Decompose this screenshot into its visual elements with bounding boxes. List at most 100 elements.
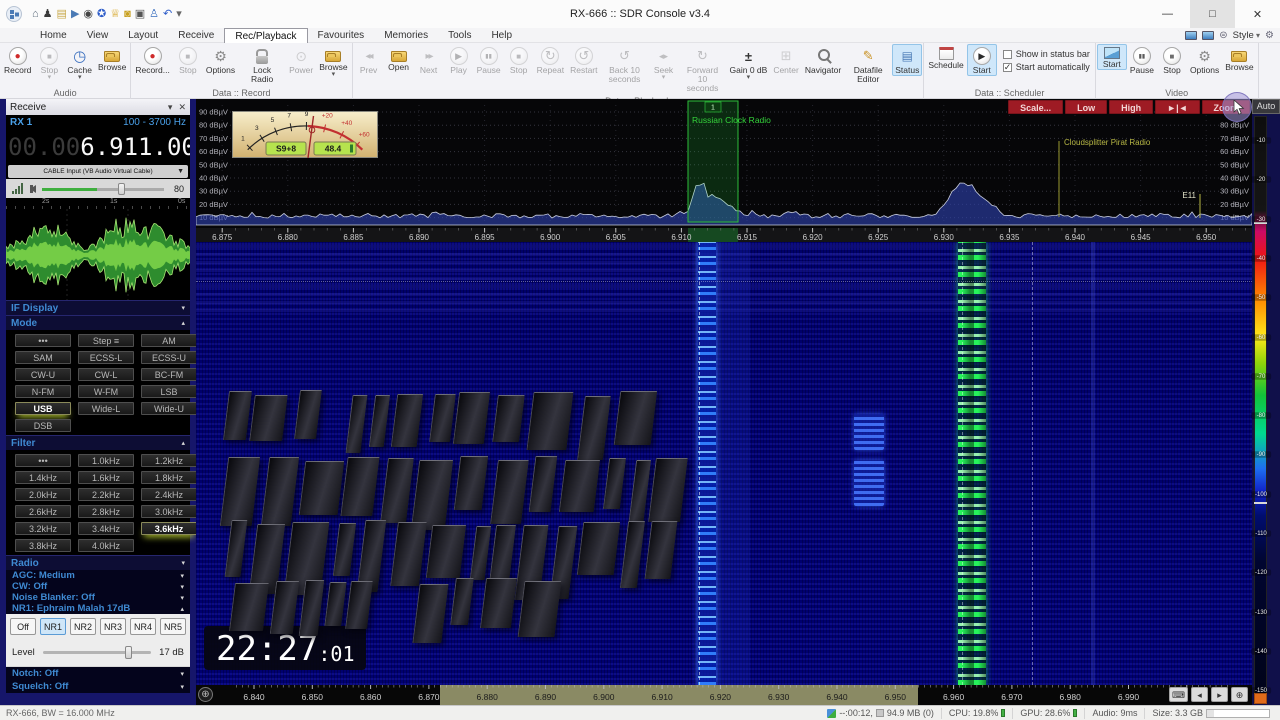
filter-1-2khz-button[interactable]: 1.2kHz <box>141 454 197 467</box>
home-icon[interactable]: ⌂ <box>32 7 39 21</box>
filter-4-0khz-button[interactable]: 4.0kHz <box>78 539 134 552</box>
ribbon-options-button[interactable]: Options <box>203 44 238 76</box>
camera-icon[interactable]: ▣ <box>135 7 145 21</box>
mode-n-fm-button[interactable]: N-FM <box>15 385 71 398</box>
more-icon[interactable]: ▾ <box>176 7 182 21</box>
menu-view[interactable]: View <box>77 28 119 43</box>
step-left-icon[interactable]: ◂ <box>1191 687 1208 702</box>
filter-3-6khz-button[interactable]: 3.6kHz <box>141 522 197 535</box>
ribbon-browse-button[interactable]: Browse ▾ <box>316 44 350 79</box>
ribbon-open-button[interactable]: Open <box>384 44 414 73</box>
squelch-row[interactable]: Squelch: Off ▾ <box>6 680 190 693</box>
nr-nr4-button[interactable]: NR4 <box>130 618 156 635</box>
menu-rec-playback[interactable]: Rec/Playback <box>224 27 308 43</box>
volume-slider-handle[interactable] <box>117 182 125 195</box>
style-selector[interactable]: Style <box>1233 30 1260 41</box>
nr-level-slider[interactable] <box>42 646 152 659</box>
mode-cw-l-button[interactable]: CW-L <box>78 368 134 381</box>
section-mode[interactable]: Mode ▴ <box>6 315 190 330</box>
colorbar-handle-low[interactable] <box>1254 502 1267 504</box>
spectrum-high-button[interactable]: High <box>1109 100 1154 114</box>
filter-3-8khz-button[interactable]: 3.8kHz <box>15 539 71 552</box>
ribbon-browse-button[interactable]: Browse <box>95 44 129 73</box>
filter-1-6khz-button[interactable]: 1.6kHz <box>78 471 134 484</box>
mode-wide-l-button[interactable]: Wide-L <box>78 402 134 415</box>
speaker-icon[interactable] <box>30 184 36 193</box>
radio-setting-cw[interactable]: CW: Off ▾ <box>6 581 190 592</box>
menu-home[interactable]: Home <box>30 28 77 43</box>
frequency-display[interactable]: 00.006.911.000 <box>6 130 190 164</box>
menu-receive[interactable]: Receive <box>168 28 224 43</box>
band-navigator-scale[interactable]: 6.840 6.850 6.860 6.870 6.880 6.890 6.900 6.910… <box>196 685 1252 705</box>
nr-nr5-button[interactable]: NR5 <box>160 618 186 635</box>
spectrum-frequency-scale[interactable]: 6.875 6.880 6.885 6.890 6.895 6.900 6.905 6.910… <box>196 228 1273 242</box>
notch-row[interactable]: Notch: Off ▾ <box>6 667 190 680</box>
ribbon-schedule-button[interactable]: Schedule <box>925 44 966 71</box>
undo-icon[interactable]: ↶ <box>163 7 172 21</box>
pan-button[interactable]: ⊕ <box>198 687 213 702</box>
menu-layout[interactable]: Layout <box>118 28 168 43</box>
ribbon-cache-button[interactable]: Cache▾ <box>64 44 95 82</box>
minimize-button[interactable]: — <box>1145 0 1190 28</box>
ribbon-lock-radio-button[interactable]: Lock Radio <box>238 44 286 85</box>
colorbar-auto-button[interactable]: Auto <box>1252 99 1280 114</box>
filter-3-4khz-button[interactable]: 3.4kHz <box>78 522 134 535</box>
favourite-icon[interactable]: ♕ <box>110 7 120 21</box>
audio-device-dropdown[interactable]: CABLE Input (VB Audio Virtual Cable) ▼ <box>8 165 188 178</box>
filter-more-button[interactable]: ••• <box>15 454 71 467</box>
keyboard-icon[interactable]: ⌨ <box>1169 687 1188 702</box>
zoom-in-icon[interactable]: ⊕ <box>1231 687 1248 702</box>
radio-setting-agc[interactable]: AGC: Medium ▾ <box>6 570 190 581</box>
section-filter[interactable]: Filter ▴ <box>6 435 190 450</box>
menu-tools[interactable]: Tools <box>438 28 481 43</box>
nr-off-button[interactable]: Off <box>10 618 36 635</box>
play-icon[interactable]: ▶ <box>71 7 79 21</box>
filter-1-4khz-button[interactable]: 1.4kHz <box>15 471 71 484</box>
ribbon-pause-button[interactable]: Pause <box>1127 44 1157 76</box>
spectrum-scale-button[interactable]: Scale... <box>1008 100 1064 114</box>
ribbon-start-button[interactable]: Start <box>1096 44 1127 70</box>
checkbox-show-in-status-bar[interactable]: Show in status bar <box>1002 49 1090 59</box>
record-icon[interactable]: ◉ <box>83 7 93 21</box>
menu-favourites[interactable]: Favourites <box>308 28 375 43</box>
ribbon-stop-button[interactable]: Stop <box>1157 44 1187 76</box>
panel-close-icon[interactable]: ✕ <box>178 102 186 113</box>
filter-2-6khz-button[interactable]: 2.6kHz <box>15 505 71 518</box>
mode-sam-button[interactable]: SAM <box>15 351 71 364</box>
mode-wide-u-button[interactable]: Wide-U <box>141 402 197 415</box>
section-radio[interactable]: Radio ▾ <box>6 555 190 570</box>
ribbon-navigator-button[interactable]: Navigator <box>802 44 844 76</box>
theme-icon[interactable] <box>1219 30 1227 41</box>
mode-bc-fm-button[interactable]: BC-FM <box>141 368 197 381</box>
person-icon[interactable]: ♙ <box>149 7 159 21</box>
mode-ecss-l-button[interactable]: ECSS-L <box>78 351 134 364</box>
settings-gear-icon[interactable] <box>1265 30 1274 41</box>
filter-2-2khz-button[interactable]: 2.2kHz <box>78 488 134 501</box>
filter-2-8khz-button[interactable]: 2.8kHz <box>78 505 134 518</box>
ribbon-browse-button[interactable]: Browse <box>1222 44 1256 73</box>
filter-2-0khz-button[interactable]: 2.0kHz <box>15 488 71 501</box>
nr-nr1-button[interactable]: NR1 <box>40 618 66 635</box>
mode-w-fm-button[interactable]: W-FM <box>78 385 134 398</box>
mode-more-button[interactable]: ••• <box>15 334 71 347</box>
mode-dsb-button[interactable]: DSB <box>15 419 71 432</box>
nr-level-slider-handle[interactable] <box>125 646 133 659</box>
menu-memories[interactable]: Memories <box>374 28 438 43</box>
maximize-button[interactable]: □ <box>1190 0 1235 28</box>
nr-nr2-button[interactable]: NR2 <box>70 618 96 635</box>
mode-ecss-u-button[interactable]: ECSS-U <box>141 351 197 364</box>
ribbon-start-button[interactable]: Start <box>966 44 997 76</box>
close-button[interactable]: ✕ <box>1235 0 1280 28</box>
menu-help[interactable]: Help <box>481 28 522 43</box>
step-right-icon[interactable]: ▸ <box>1211 687 1228 702</box>
spectrum-low-button[interactable]: Low <box>1065 100 1108 114</box>
lock-icon[interactable]: ◙ <box>124 7 131 21</box>
filter-1-8khz-button[interactable]: 1.8kHz <box>141 471 197 484</box>
radio-setting-nr1[interactable]: NR1: Ephraim Malah 17dB ▴ <box>6 603 190 614</box>
spectrum-more-button[interactable]: ►|◄ <box>1155 100 1200 114</box>
monitor-secondary-icon[interactable] <box>1202 30 1215 40</box>
mode-usb-button[interactable]: USB <box>15 402 71 415</box>
compass-icon[interactable]: ✪ <box>97 7 106 21</box>
mode-lsb-button[interactable]: LSB <box>141 385 197 398</box>
colorbar-gradient[interactable] <box>1254 116 1267 704</box>
